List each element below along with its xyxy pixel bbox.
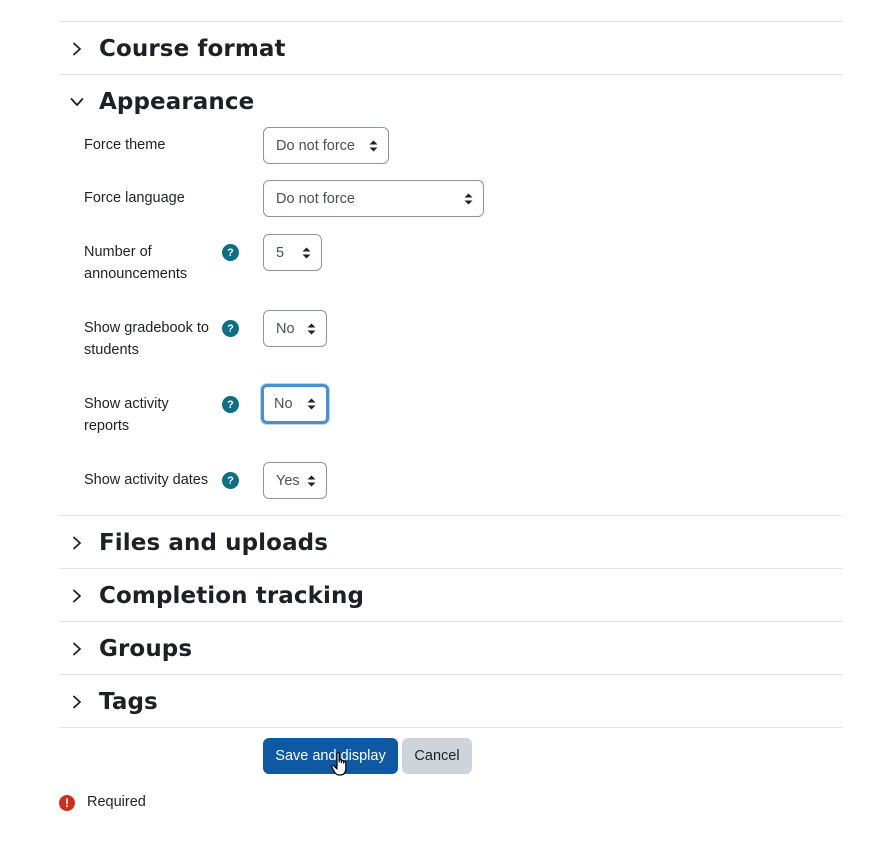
select-arrows-icon	[464, 193, 473, 204]
section-title: Groups	[99, 636, 193, 662]
divider	[59, 21, 843, 22]
chevron-right-icon	[66, 638, 88, 660]
select-value: No	[274, 396, 293, 412]
divider	[59, 515, 843, 516]
select-value: Yes	[276, 472, 300, 489]
label-line: Show gradebook to	[84, 320, 209, 336]
chevron-right-icon	[66, 585, 88, 607]
divider	[59, 74, 843, 75]
label-line: Show activity	[84, 396, 169, 412]
activity-reports-label: Show activity reports	[84, 393, 169, 437]
select-arrows-icon	[302, 247, 311, 258]
divider	[59, 674, 843, 675]
label-line: Number of	[84, 244, 152, 260]
section-title: Files and uploads	[99, 530, 329, 556]
divider	[59, 727, 843, 728]
section-title: Completion tracking	[99, 583, 365, 609]
select-value: Do not force	[276, 190, 355, 207]
chevron-down-icon	[66, 91, 88, 113]
select-arrows-icon	[307, 398, 316, 410]
section-course-format[interactable]: Course format	[66, 29, 286, 69]
required-label: Required	[87, 794, 146, 810]
select-value: No	[276, 320, 295, 337]
gradebook-label: Show gradebook to students	[84, 317, 209, 361]
section-title: Appearance	[99, 89, 255, 115]
activity-dates-select[interactable]: Yes	[263, 462, 327, 499]
help-icon[interactable]: ?	[222, 244, 239, 261]
section-completion-tracking[interactable]: Completion tracking	[66, 576, 364, 616]
divider	[59, 568, 843, 569]
section-title: Tags	[99, 689, 158, 715]
select-arrows-icon	[307, 475, 316, 486]
section-files-uploads[interactable]: Files and uploads	[66, 523, 328, 563]
gradebook-select[interactable]: No	[263, 310, 327, 347]
help-icon[interactable]: ?	[222, 320, 239, 337]
help-icon[interactable]: ?	[222, 472, 239, 489]
chevron-right-icon	[66, 532, 88, 554]
chevron-right-icon	[66, 38, 88, 60]
section-title: Course format	[99, 36, 286, 62]
activity-reports-select[interactable]: No	[261, 384, 329, 424]
select-arrows-icon	[369, 140, 378, 151]
divider	[59, 621, 843, 622]
force-language-select[interactable]: Do not force	[263, 180, 484, 217]
chevron-right-icon	[66, 691, 88, 713]
cancel-button[interactable]: Cancel	[402, 738, 472, 774]
section-tags[interactable]: Tags	[66, 682, 158, 722]
help-icon[interactable]: ?	[222, 396, 239, 413]
section-groups[interactable]: Groups	[66, 629, 192, 669]
label-line: reports	[84, 418, 130, 434]
activity-dates-label: Show activity dates	[84, 472, 209, 488]
label-line: announcements	[84, 266, 188, 282]
force-theme-select[interactable]: Do not force	[263, 127, 389, 164]
force-language-label: Force language	[84, 190, 185, 206]
announcements-select[interactable]: 5	[263, 234, 322, 271]
required-icon: !	[59, 795, 75, 811]
section-appearance[interactable]: Appearance	[66, 82, 254, 122]
select-value: Do not force	[276, 137, 355, 154]
select-arrows-icon	[307, 323, 316, 334]
select-value: 5	[276, 244, 285, 261]
label-line: students	[84, 342, 139, 358]
hand-pointer-cursor-icon	[331, 752, 347, 776]
announcements-label: Number of announcements	[84, 241, 187, 285]
force-theme-label: Force theme	[84, 137, 166, 153]
